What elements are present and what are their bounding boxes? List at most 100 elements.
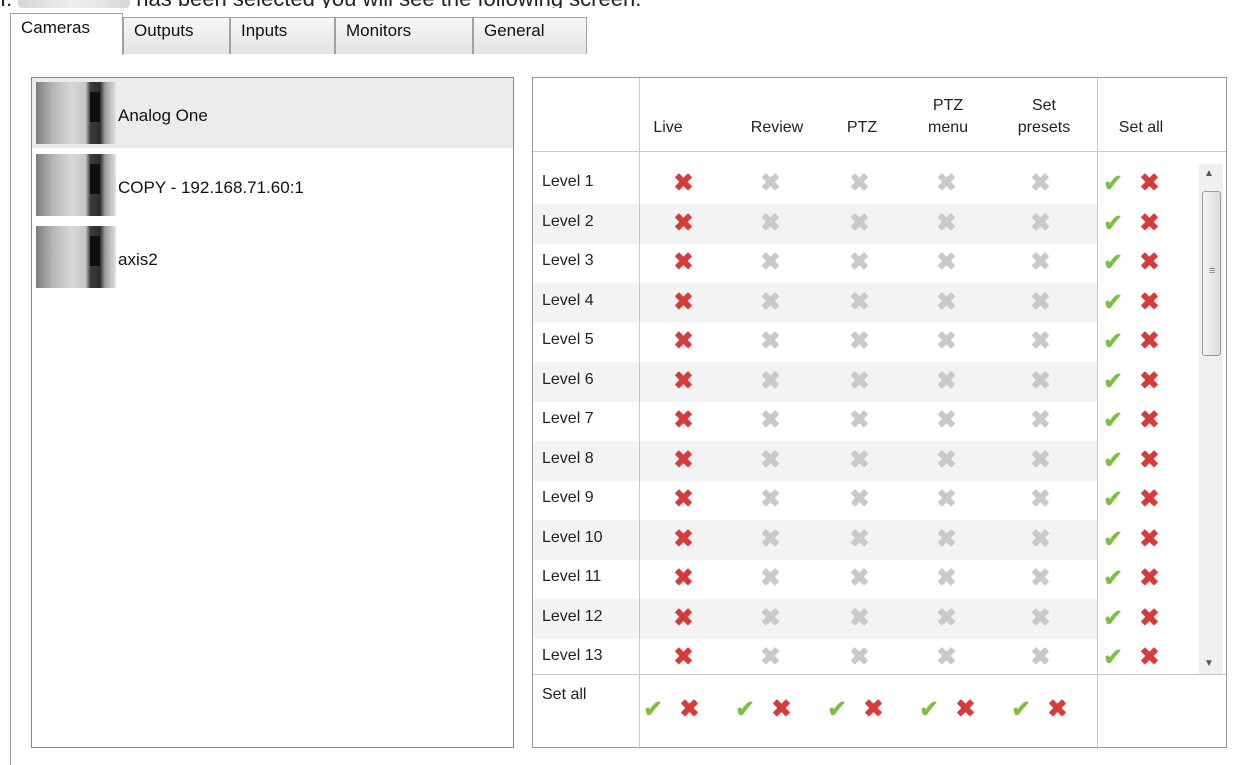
red-x-icon[interactable]: ✖ bbox=[1047, 697, 1068, 722]
gray-x-icon[interactable]: ✖ bbox=[1030, 171, 1051, 196]
green-check-icon[interactable]: ✔ bbox=[1103, 646, 1123, 670]
red-x-icon[interactable]: ✖ bbox=[1139, 289, 1160, 315]
gray-x-icon[interactable]: ✖ bbox=[849, 645, 870, 670]
gray-x-icon[interactable]: ✖ bbox=[760, 210, 781, 236]
red-x-icon[interactable]: ✖ bbox=[673, 408, 694, 433]
green-check-icon[interactable]: ✔ bbox=[1103, 330, 1123, 354]
red-x-icon[interactable]: ✖ bbox=[673, 250, 694, 275]
green-check-icon[interactable]: ✔ bbox=[1103, 527, 1123, 552]
red-x-icon[interactable]: ✖ bbox=[1139, 566, 1160, 591]
scroll-down-icon[interactable]: ▼ bbox=[1204, 658, 1214, 669]
red-x-icon[interactable]: ✖ bbox=[673, 289, 694, 315]
red-x-icon[interactable]: ✖ bbox=[1139, 329, 1160, 354]
green-check-icon[interactable]: ✔ bbox=[1103, 409, 1123, 433]
green-check-icon[interactable]: ✔ bbox=[1103, 251, 1123, 275]
red-x-icon[interactable]: ✖ bbox=[955, 697, 976, 722]
red-x-icon[interactable]: ✖ bbox=[771, 697, 792, 722]
gray-x-icon[interactable]: ✖ bbox=[849, 250, 870, 275]
camera-item[interactable]: axis2 bbox=[32, 222, 513, 292]
red-x-icon[interactable]: ✖ bbox=[673, 368, 694, 394]
green-check-icon[interactable]: ✔ bbox=[1103, 369, 1123, 394]
gray-x-icon[interactable]: ✖ bbox=[936, 289, 957, 315]
red-x-icon[interactable]: ✖ bbox=[673, 210, 694, 236]
gray-x-icon[interactable]: ✖ bbox=[936, 329, 957, 354]
green-check-icon[interactable]: ✔ bbox=[1011, 698, 1031, 722]
grid-scrollbar[interactable]: ▲ ≡ ▼ bbox=[1199, 164, 1223, 674]
red-x-icon[interactable]: ✖ bbox=[1139, 447, 1160, 473]
red-x-icon[interactable]: ✖ bbox=[1139, 605, 1160, 631]
red-x-icon[interactable]: ✖ bbox=[673, 566, 694, 591]
red-x-icon[interactable]: ✖ bbox=[1139, 171, 1160, 196]
gray-x-icon[interactable]: ✖ bbox=[760, 329, 781, 354]
green-check-icon[interactable]: ✔ bbox=[1103, 567, 1123, 591]
red-x-icon[interactable]: ✖ bbox=[1139, 645, 1160, 670]
red-x-icon[interactable]: ✖ bbox=[1139, 408, 1160, 433]
gray-x-icon[interactable]: ✖ bbox=[849, 408, 870, 433]
gray-x-icon[interactable]: ✖ bbox=[760, 487, 781, 512]
tab-inputs[interactable]: Inputs bbox=[230, 17, 335, 54]
red-x-icon[interactable]: ✖ bbox=[673, 171, 694, 196]
gray-x-icon[interactable]: ✖ bbox=[849, 526, 870, 552]
gray-x-icon[interactable]: ✖ bbox=[760, 526, 781, 552]
gray-x-icon[interactable]: ✖ bbox=[1030, 605, 1051, 631]
green-check-icon[interactable]: ✔ bbox=[1103, 448, 1123, 473]
red-x-icon[interactable]: ✖ bbox=[1139, 487, 1160, 512]
gray-x-icon[interactable]: ✖ bbox=[1030, 566, 1051, 591]
green-check-icon[interactable]: ✔ bbox=[735, 698, 755, 722]
gray-x-icon[interactable]: ✖ bbox=[1030, 526, 1051, 552]
gray-x-icon[interactable]: ✖ bbox=[849, 566, 870, 591]
gray-x-icon[interactable]: ✖ bbox=[936, 408, 957, 433]
gray-x-icon[interactable]: ✖ bbox=[760, 408, 781, 433]
gray-x-icon[interactable]: ✖ bbox=[936, 368, 957, 394]
green-check-icon[interactable]: ✔ bbox=[1103, 488, 1123, 512]
gray-x-icon[interactable]: ✖ bbox=[1030, 289, 1051, 315]
camera-item[interactable]: COPY - 192.168.71.60:1 bbox=[32, 150, 513, 220]
gray-x-icon[interactable]: ✖ bbox=[1030, 408, 1051, 433]
red-x-icon[interactable]: ✖ bbox=[1139, 250, 1160, 275]
red-x-icon[interactable]: ✖ bbox=[1139, 526, 1160, 552]
camera-item[interactable]: Analog One bbox=[32, 78, 513, 148]
gray-x-icon[interactable]: ✖ bbox=[1030, 250, 1051, 275]
gray-x-icon[interactable]: ✖ bbox=[849, 171, 870, 196]
gray-x-icon[interactable]: ✖ bbox=[1030, 210, 1051, 236]
gray-x-icon[interactable]: ✖ bbox=[936, 210, 957, 236]
red-x-icon[interactable]: ✖ bbox=[1139, 210, 1160, 236]
gray-x-icon[interactable]: ✖ bbox=[936, 171, 957, 196]
gray-x-icon[interactable]: ✖ bbox=[936, 605, 957, 631]
tab-monitors[interactable]: Monitors bbox=[335, 17, 473, 54]
camera-list[interactable]: Analog One COPY - 192.168.71.60:1 axis2 bbox=[31, 77, 514, 748]
gray-x-icon[interactable]: ✖ bbox=[760, 447, 781, 473]
red-x-icon[interactable]: ✖ bbox=[673, 447, 694, 473]
gray-x-icon[interactable]: ✖ bbox=[760, 566, 781, 591]
gray-x-icon[interactable]: ✖ bbox=[760, 605, 781, 631]
scroll-up-icon[interactable]: ▲ bbox=[1204, 168, 1214, 179]
green-check-icon[interactable]: ✔ bbox=[643, 698, 663, 722]
green-check-icon[interactable]: ✔ bbox=[1103, 211, 1123, 236]
green-check-icon[interactable]: ✔ bbox=[827, 698, 847, 722]
gray-x-icon[interactable]: ✖ bbox=[936, 526, 957, 552]
red-x-icon[interactable]: ✖ bbox=[673, 526, 694, 552]
gray-x-icon[interactable]: ✖ bbox=[760, 289, 781, 315]
red-x-icon[interactable]: ✖ bbox=[673, 329, 694, 354]
gray-x-icon[interactable]: ✖ bbox=[760, 250, 781, 275]
gray-x-icon[interactable]: ✖ bbox=[849, 368, 870, 394]
tab-cameras[interactable]: Cameras bbox=[10, 13, 123, 55]
gray-x-icon[interactable]: ✖ bbox=[1030, 645, 1051, 670]
red-x-icon[interactable]: ✖ bbox=[679, 697, 700, 722]
gray-x-icon[interactable]: ✖ bbox=[849, 329, 870, 354]
gray-x-icon[interactable]: ✖ bbox=[936, 250, 957, 275]
red-x-icon[interactable]: ✖ bbox=[1139, 368, 1160, 394]
gray-x-icon[interactable]: ✖ bbox=[849, 605, 870, 631]
gray-x-icon[interactable]: ✖ bbox=[936, 566, 957, 591]
red-x-icon[interactable]: ✖ bbox=[673, 487, 694, 512]
gray-x-icon[interactable]: ✖ bbox=[936, 645, 957, 670]
tab-outputs[interactable]: Outputs bbox=[123, 17, 230, 54]
gray-x-icon[interactable]: ✖ bbox=[936, 487, 957, 512]
green-check-icon[interactable]: ✔ bbox=[919, 698, 939, 722]
gray-x-icon[interactable]: ✖ bbox=[849, 210, 870, 236]
red-x-icon[interactable]: ✖ bbox=[863, 697, 884, 722]
gray-x-icon[interactable]: ✖ bbox=[1030, 447, 1051, 473]
gray-x-icon[interactable]: ✖ bbox=[936, 447, 957, 473]
scrollbar-thumb[interactable]: ≡ bbox=[1202, 191, 1221, 356]
green-check-icon[interactable]: ✔ bbox=[1103, 290, 1123, 315]
